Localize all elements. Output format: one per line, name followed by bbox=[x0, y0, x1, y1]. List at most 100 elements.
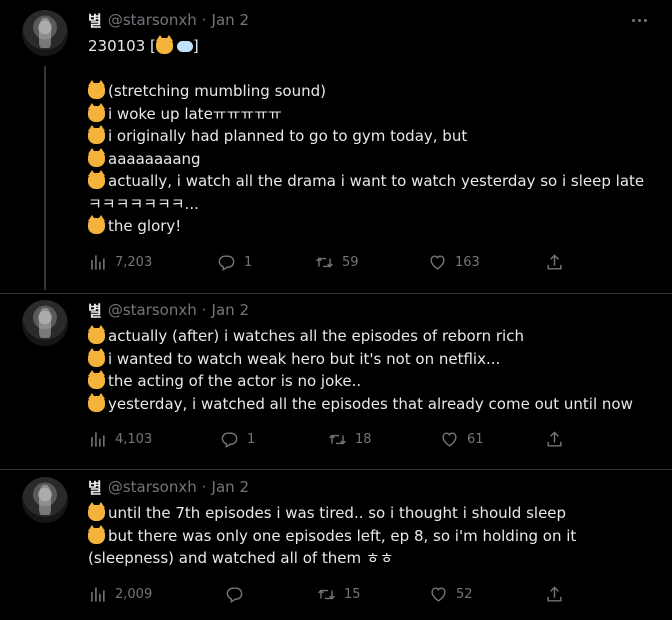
cat-emoji-icon bbox=[88, 524, 105, 544]
share-icon bbox=[547, 585, 562, 602]
timestamp[interactable]: Jan 2 bbox=[212, 301, 249, 319]
display-name[interactable]: 별 bbox=[88, 477, 102, 498]
text-line: (stretching mumbling sound) bbox=[88, 80, 658, 103]
views-button[interactable]: 4,103 bbox=[88, 427, 152, 451]
views-button[interactable]: 2,009 bbox=[88, 582, 152, 606]
avatar[interactable] bbox=[22, 10, 68, 56]
share-icon bbox=[547, 430, 562, 447]
views-count: 4,103 bbox=[115, 431, 153, 447]
text-line-tail: ] bbox=[192, 37, 199, 55]
cat-emoji-icon bbox=[88, 370, 105, 390]
tweet-text: actually (after) i watches all the episo… bbox=[88, 325, 658, 415]
cat-emoji-icon bbox=[88, 215, 105, 235]
text-line: ㅋㅋㅋㅋㅋㅋㅋ... bbox=[88, 193, 658, 216]
user-handle[interactable]: @starsonxh bbox=[108, 478, 197, 496]
cat-emoji-icon bbox=[88, 347, 105, 367]
display-name[interactable]: 별 bbox=[88, 300, 102, 321]
cat-emoji-icon bbox=[88, 102, 105, 122]
text-line: aaaaaaaang bbox=[88, 147, 658, 171]
text-line-content: but there was only one episodes left, ep… bbox=[108, 526, 577, 545]
views-count: 7,203 bbox=[115, 254, 153, 270]
thought-balloon-icon bbox=[176, 40, 193, 52]
avatar[interactable] bbox=[22, 477, 68, 523]
share-button[interactable] bbox=[545, 427, 572, 451]
tweet-text: until the 7th episodes i was tired.. so … bbox=[88, 502, 658, 570]
text-line-content: the glory! bbox=[108, 217, 182, 235]
like-button[interactable]: 61 bbox=[440, 427, 484, 451]
text-line-content: yesterday, i watched all the episodes th… bbox=[108, 394, 633, 413]
cat-emoji-icon bbox=[88, 502, 105, 522]
cat-emoji-icon bbox=[88, 325, 105, 345]
text-line: (sleepness) and watched all of them ㅎㅎ bbox=[88, 547, 658, 570]
text-line-content: 230103 [ bbox=[88, 37, 156, 55]
action-bar: 4,103 1 18 61 bbox=[88, 427, 578, 451]
text-line: actually, i watch all the drama i want t… bbox=[88, 170, 658, 193]
user-handle[interactable]: @starsonxh bbox=[108, 11, 197, 29]
like-button[interactable]: 163 bbox=[428, 250, 480, 274]
retweet-count: 59 bbox=[342, 254, 359, 270]
tweet-divider bbox=[0, 293, 672, 294]
more-icon[interactable] bbox=[626, 11, 652, 29]
tweet-header: 별 @starsonxh · Jan 2 bbox=[88, 477, 249, 497]
text-line: but there was only one episodes left, ep… bbox=[88, 524, 658, 548]
avatar[interactable] bbox=[22, 300, 68, 346]
reply-icon bbox=[226, 586, 243, 603]
share-icon bbox=[547, 253, 562, 270]
like-count: 61 bbox=[467, 431, 484, 447]
cat-emoji-icon bbox=[88, 170, 105, 190]
cat-emoji-icon bbox=[88, 392, 105, 412]
retweet-icon bbox=[316, 257, 333, 267]
separator: · bbox=[201, 478, 207, 496]
display-name[interactable]: 별 bbox=[88, 10, 102, 31]
cat-emoji-icon bbox=[88, 80, 105, 100]
timestamp[interactable]: Jan 2 bbox=[212, 11, 249, 29]
text-line: yesterday, i watched all the episodes th… bbox=[88, 392, 658, 416]
separator: · bbox=[201, 301, 207, 319]
cat-emoji-icon bbox=[88, 125, 105, 145]
separator: · bbox=[201, 11, 207, 29]
share-button[interactable] bbox=[545, 250, 572, 274]
like-count: 52 bbox=[456, 586, 473, 602]
reply-count: 1 bbox=[247, 431, 256, 447]
tweet-text: 230103 [ ] (stretching mumbling sound) i… bbox=[88, 35, 658, 238]
views-icon bbox=[91, 431, 105, 447]
like-icon bbox=[442, 431, 457, 447]
text-line: 230103 [ ] bbox=[88, 35, 658, 58]
text-line-content: actually (after) i watches all the episo… bbox=[108, 327, 524, 345]
text-line: until the 7th episodes i was tired.. so … bbox=[88, 502, 658, 525]
text-line: the acting of the actor is no joke.. bbox=[88, 370, 658, 393]
user-handle[interactable]: @starsonxh bbox=[108, 301, 197, 319]
views-icon bbox=[91, 254, 105, 270]
reply-button[interactable]: 1 bbox=[220, 427, 255, 451]
views-button[interactable]: 7,203 bbox=[88, 250, 152, 274]
views-count: 2,009 bbox=[115, 586, 153, 602]
text-line: i wanted to watch weak hero but it's not… bbox=[88, 347, 658, 371]
retweet-button[interactable]: 59 bbox=[315, 250, 359, 274]
text-line: the glory! bbox=[88, 215, 658, 238]
like-count: 163 bbox=[455, 254, 480, 270]
reply-button[interactable] bbox=[225, 582, 252, 606]
retweet-button[interactable]: 15 bbox=[317, 582, 361, 606]
like-icon bbox=[430, 254, 445, 270]
reply-button[interactable]: 1 bbox=[217, 250, 252, 274]
reply-icon bbox=[218, 254, 235, 271]
text-line-content: (sleepness) and watched all of them ㅎㅎ bbox=[88, 549, 394, 567]
retweet-button[interactable]: 18 bbox=[328, 427, 372, 451]
timestamp[interactable]: Jan 2 bbox=[212, 478, 249, 496]
like-button[interactable]: 52 bbox=[429, 582, 473, 606]
text-line-content: ㅋㅋㅋㅋㅋㅋㅋ... bbox=[88, 194, 199, 213]
share-button[interactable] bbox=[545, 582, 572, 606]
text-line-content: the acting of the actor is no joke.. bbox=[108, 372, 362, 390]
text-line-content: i wanted to watch weak hero but it's not… bbox=[108, 349, 501, 368]
text-line: i woke up lateㅠㅠㅠㅠㅠ bbox=[88, 102, 658, 126]
text-line-content: (stretching mumbling sound) bbox=[108, 82, 326, 100]
tweet-header: 별 @starsonxh · Jan 2 bbox=[88, 10, 249, 30]
action-bar: 7,203 1 59 163 bbox=[88, 250, 578, 274]
thread-connector bbox=[44, 66, 46, 290]
text-line-content: until the 7th episodes i was tired.. so … bbox=[108, 504, 567, 522]
text-line-content: aaaaaaaang bbox=[108, 149, 201, 168]
action-bar: 2,009 15 52 bbox=[88, 582, 578, 606]
text-line-content: i originally had planned to go to gym to… bbox=[108, 127, 468, 145]
cat-emoji-icon bbox=[155, 35, 173, 55]
